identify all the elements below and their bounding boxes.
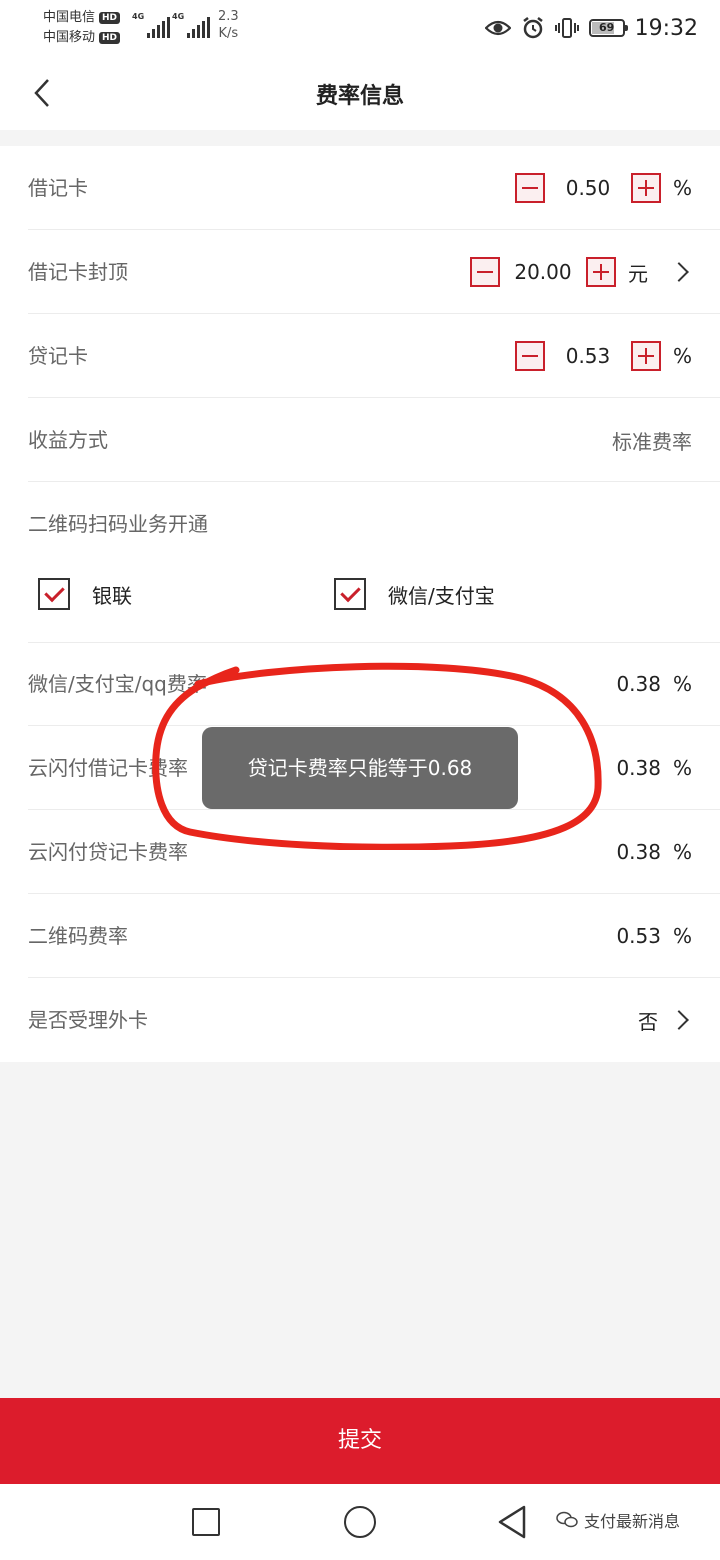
income-mode-value: 标准费率 — [612, 429, 692, 454]
credit-rate-value[interactable]: 0.53 — [545, 344, 631, 368]
chevron-right-icon[interactable] — [669, 1010, 689, 1030]
row-label: 云闪付贷记卡费率 — [28, 840, 188, 864]
rate-value: 0.38 — [616, 672, 661, 696]
debit-cap-value[interactable]: 20.00 — [500, 260, 586, 284]
carrier-2: 中国移动 — [43, 30, 96, 45]
battery-icon: 69 — [588, 19, 628, 37]
row-debit-cap: 借记卡封顶 20.00 元 — [28, 230, 720, 314]
rate-form: 借记卡 0.50 % 借记卡封顶 20.00 元 贷记卡 0.53 % 收益方式… — [0, 146, 720, 1062]
row-credit: 贷记卡 0.53 % — [28, 314, 720, 398]
status-bar: 中国电信 HD 中国移动 HD 4G 4G 2.3 K/s 69 19:32 — [0, 0, 720, 56]
row-qr-business: 二维码扫码业务开通 — [28, 482, 720, 566]
signal-icon: 4G — [172, 12, 211, 38]
submit-button[interactable]: 提交 — [0, 1398, 720, 1484]
row-income-mode[interactable]: 收益方式 标准费率 — [28, 398, 720, 482]
qr-channel-checks: 银联 微信/支付宝 — [28, 564, 720, 643]
wechat-icon — [556, 1511, 578, 1528]
unit: % — [672, 756, 692, 780]
foreign-card-value: 否 — [638, 1009, 658, 1034]
hd-badge: HD — [99, 32, 121, 44]
unit: % — [672, 924, 692, 948]
checkbox-checked[interactable] — [334, 578, 366, 610]
chevron-right-icon[interactable] — [669, 262, 689, 282]
unit: 元 — [628, 261, 648, 286]
eye-icon — [484, 20, 511, 36]
debit-rate-value[interactable]: 0.50 — [545, 176, 631, 200]
watermark-text: 支付最新消息 — [584, 1512, 681, 1531]
checkbox-checked[interactable] — [38, 578, 70, 610]
row-foreign-card[interactable]: 是否受理外卡 否 — [28, 978, 720, 1062]
signal-icon: 4G — [132, 12, 171, 38]
checkbox-label: 银联 — [92, 583, 132, 608]
vibrate-icon — [554, 18, 579, 38]
unit: % — [672, 176, 692, 200]
rate-value: 0.38 — [616, 840, 661, 864]
triangle-back-icon[interactable] — [496, 1504, 528, 1540]
row-debit: 借记卡 0.50 % — [28, 146, 720, 230]
row-label: 微信/支付宝/qq费率 — [28, 672, 207, 696]
page-title: 费率信息 — [315, 84, 404, 109]
square-icon[interactable] — [192, 1508, 220, 1536]
row-label: 二维码费率 — [28, 924, 128, 948]
wechat-alipay-checkbox[interactable]: 微信/支付宝 — [334, 578, 495, 610]
clock: 19:32 — [634, 15, 698, 41]
toast-message: 贷记卡费率只能等于0.68 — [202, 727, 518, 809]
alarm-icon — [522, 17, 543, 39]
app-header: 费率信息 — [0, 56, 720, 130]
section-label: 二维码扫码业务开通 — [28, 512, 208, 536]
row-cloud-credit: 云闪付贷记卡费率 0.38% — [28, 810, 720, 894]
divider — [0, 130, 720, 146]
watermark: 支付最新消息 — [556, 1508, 680, 1532]
increment-button[interactable] — [586, 257, 616, 287]
hd-badge: HD — [99, 12, 121, 24]
rate-value: 0.53 — [616, 924, 661, 948]
row-qr-rate: 二维码费率 0.53% — [28, 894, 720, 978]
row-label: 借记卡 — [28, 176, 88, 200]
unit: % — [672, 344, 692, 368]
row-label: 贷记卡 — [28, 344, 88, 368]
row-label: 是否受理外卡 — [28, 1008, 148, 1032]
circle-icon[interactable] — [344, 1506, 376, 1538]
row-label: 云闪付借记卡费率 — [28, 756, 188, 780]
checkbox-label: 微信/支付宝 — [388, 583, 495, 608]
carrier-1: 中国电信 — [43, 10, 96, 25]
decrement-button[interactable] — [470, 257, 500, 287]
increment-button[interactable] — [630, 341, 661, 371]
net-speed: 2.3 K/s — [218, 9, 239, 41]
unit: % — [672, 840, 692, 864]
row-label: 借记卡封顶 — [28, 260, 128, 284]
row-wechat-rate: 微信/支付宝/qq费率 0.38% — [28, 642, 720, 726]
decrement-button[interactable] — [514, 173, 545, 203]
system-nav-bar: 支付最新消息 — [0, 1484, 720, 1560]
row-label: 收益方式 — [28, 428, 108, 452]
rate-value: 0.38 — [616, 756, 661, 780]
carrier-info: 中国电信 HD 中国移动 HD — [43, 8, 121, 48]
decrement-button[interactable] — [514, 341, 545, 371]
increment-button[interactable] — [630, 173, 661, 203]
unit: % — [672, 672, 692, 696]
unionpay-checkbox[interactable]: 银联 — [38, 578, 132, 610]
